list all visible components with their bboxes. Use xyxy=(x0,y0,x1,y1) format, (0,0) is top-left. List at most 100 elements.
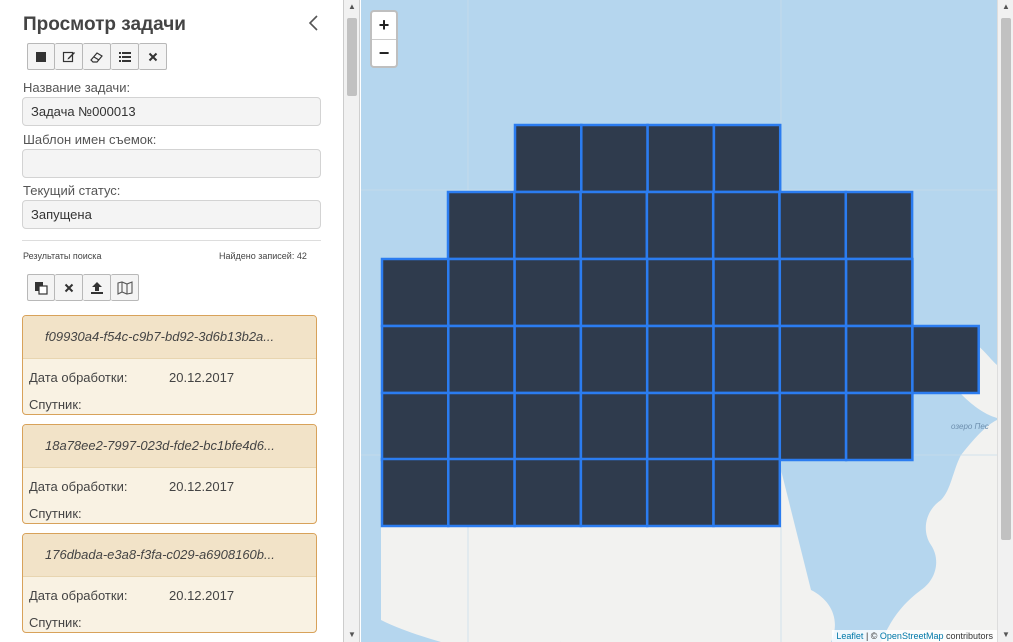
close-task-button[interactable] xyxy=(139,43,167,70)
eraser-button[interactable] xyxy=(83,43,111,70)
list-icon xyxy=(118,51,131,62)
scene-tile[interactable] xyxy=(844,324,914,395)
zoom-control: + − xyxy=(370,10,398,68)
scene-tile[interactable] xyxy=(513,391,583,462)
scene-tile[interactable] xyxy=(844,391,914,462)
scene-tile[interactable] xyxy=(712,324,782,395)
scene-tile[interactable] xyxy=(844,257,914,328)
leaflet-link[interactable]: Leaflet xyxy=(836,631,863,641)
scene-tile[interactable] xyxy=(645,457,715,528)
found-count: Найдено записей: 42 xyxy=(219,251,307,261)
task-toolbar xyxy=(27,43,167,70)
lake-label: озеро Пес xyxy=(951,422,989,431)
scene-tile[interactable] xyxy=(778,324,848,395)
scene-tile[interactable] xyxy=(380,391,450,462)
stop-icon xyxy=(36,51,46,62)
result-id: 18a78ee2-7997-023d-fde2-bc1bfe4d6... xyxy=(23,425,316,468)
scene-tile[interactable] xyxy=(645,190,715,261)
date-label: Дата обработки: xyxy=(29,370,128,385)
scene-tile[interactable] xyxy=(844,190,914,261)
copy-button[interactable] xyxy=(27,274,55,301)
scene-tile[interactable] xyxy=(447,324,516,395)
status-field[interactable]: Запущена xyxy=(22,200,321,229)
scene-tile[interactable] xyxy=(446,190,516,261)
scene-tile[interactable] xyxy=(579,190,649,261)
scene-tile[interactable] xyxy=(513,457,583,528)
date-label: Дата обработки: xyxy=(29,588,128,603)
scene-tile[interactable] xyxy=(712,257,782,328)
close-icon xyxy=(64,283,73,292)
scene-tile[interactable] xyxy=(580,123,649,194)
map-scroll-thumb[interactable] xyxy=(1001,18,1011,540)
result-card[interactable]: 18a78ee2-7997-023d-fde2-bc1bfe4d6... Дат… xyxy=(22,424,317,524)
task-panel: Просмотр задачи Название задачи: Задача … xyxy=(0,0,344,642)
scene-tile[interactable] xyxy=(513,257,583,328)
scene-tile[interactable] xyxy=(711,190,781,261)
panel-scroll-thumb[interactable] xyxy=(347,18,357,96)
scene-tile[interactable] xyxy=(513,190,582,261)
scene-tile[interactable] xyxy=(778,190,848,261)
edit-icon xyxy=(62,51,75,62)
scene-tile[interactable] xyxy=(645,324,715,395)
scene-tile[interactable] xyxy=(447,257,516,328)
scene-tile[interactable] xyxy=(447,391,516,462)
copy-icon xyxy=(35,281,48,295)
satellite-label: Спутник: xyxy=(29,506,82,521)
satellite-label: Спутник: xyxy=(29,615,82,630)
edit-button[interactable] xyxy=(55,43,83,70)
scene-tile[interactable] xyxy=(380,457,450,528)
result-id: 176dbada-e3a8-f3fa-c029-a6908160b... xyxy=(23,534,316,577)
scene-tile[interactable] xyxy=(645,257,715,328)
close-icon xyxy=(148,52,157,61)
scene-tile[interactable] xyxy=(380,324,450,395)
map-attribution: Leaflet | © OpenStreetMap contributors xyxy=(832,630,997,642)
stop-button[interactable] xyxy=(27,43,55,70)
scene-tile[interactable] xyxy=(579,391,649,462)
clear-results-button[interactable] xyxy=(55,274,83,301)
panel-scrollbar[interactable]: ▲ ▼ xyxy=(344,0,360,642)
scene-tile[interactable] xyxy=(712,391,782,462)
scene-tile[interactable] xyxy=(778,391,848,462)
map-base-layer xyxy=(361,0,997,642)
page-title: Просмотр задачи xyxy=(23,14,186,35)
scene-tile[interactable] xyxy=(646,123,716,194)
list-button[interactable] xyxy=(111,43,139,70)
scene-tile[interactable] xyxy=(712,457,782,528)
map-view[interactable]: + − озеро Пес Leaflet | © OpenStreetMap … xyxy=(361,0,997,642)
template-label: Шаблон имен съемок: xyxy=(23,132,157,147)
result-card[interactable]: 176dbada-e3a8-f3fa-c029-a6908160b... Дат… xyxy=(22,533,317,633)
results-label: Результаты поиска xyxy=(23,251,102,261)
map-scrollbar[interactable]: ▲ ▼ xyxy=(997,0,1013,642)
status-label: Текущий статус: xyxy=(23,183,121,198)
date-value: 20.12.2017 xyxy=(169,370,235,385)
zoom-out-button[interactable]: − xyxy=(372,39,396,66)
task-name-label: Название задачи: xyxy=(23,80,131,95)
task-name-field[interactable]: Задача №000013 xyxy=(22,97,321,126)
scene-tile[interactable] xyxy=(380,257,450,328)
osm-link[interactable]: OpenStreetMap xyxy=(880,631,944,641)
scene-tile[interactable] xyxy=(712,123,782,194)
results-toolbar xyxy=(27,274,139,301)
divider xyxy=(22,240,321,241)
collapse-panel-icon[interactable] xyxy=(307,14,319,38)
scene-tile[interactable] xyxy=(513,123,583,194)
show-on-map-button[interactable] xyxy=(111,274,139,301)
scene-tile[interactable] xyxy=(778,257,848,328)
template-field[interactable] xyxy=(22,149,321,178)
scene-tile[interactable] xyxy=(447,457,516,528)
result-id: f09930a4-f54c-c9b7-bd92-3d6b13b2a... xyxy=(23,316,316,359)
upload-button[interactable] xyxy=(83,274,111,301)
upload-icon xyxy=(90,281,103,294)
scene-tile[interactable] xyxy=(579,324,649,395)
scene-tile[interactable] xyxy=(513,324,583,395)
zoom-in-button[interactable]: + xyxy=(372,12,396,39)
date-label: Дата обработки: xyxy=(29,479,128,494)
date-value: 20.12.2017 xyxy=(169,479,235,494)
scene-tile[interactable] xyxy=(645,391,715,462)
scene-tile[interactable] xyxy=(911,324,980,395)
result-card[interactable]: f09930a4-f54c-c9b7-bd92-3d6b13b2a... Дат… xyxy=(22,315,317,415)
scene-tile[interactable] xyxy=(579,257,649,328)
scene-tile[interactable] xyxy=(579,457,649,528)
satellite-label: Спутник: xyxy=(29,397,82,412)
date-value: 20.12.2017 xyxy=(169,588,235,603)
